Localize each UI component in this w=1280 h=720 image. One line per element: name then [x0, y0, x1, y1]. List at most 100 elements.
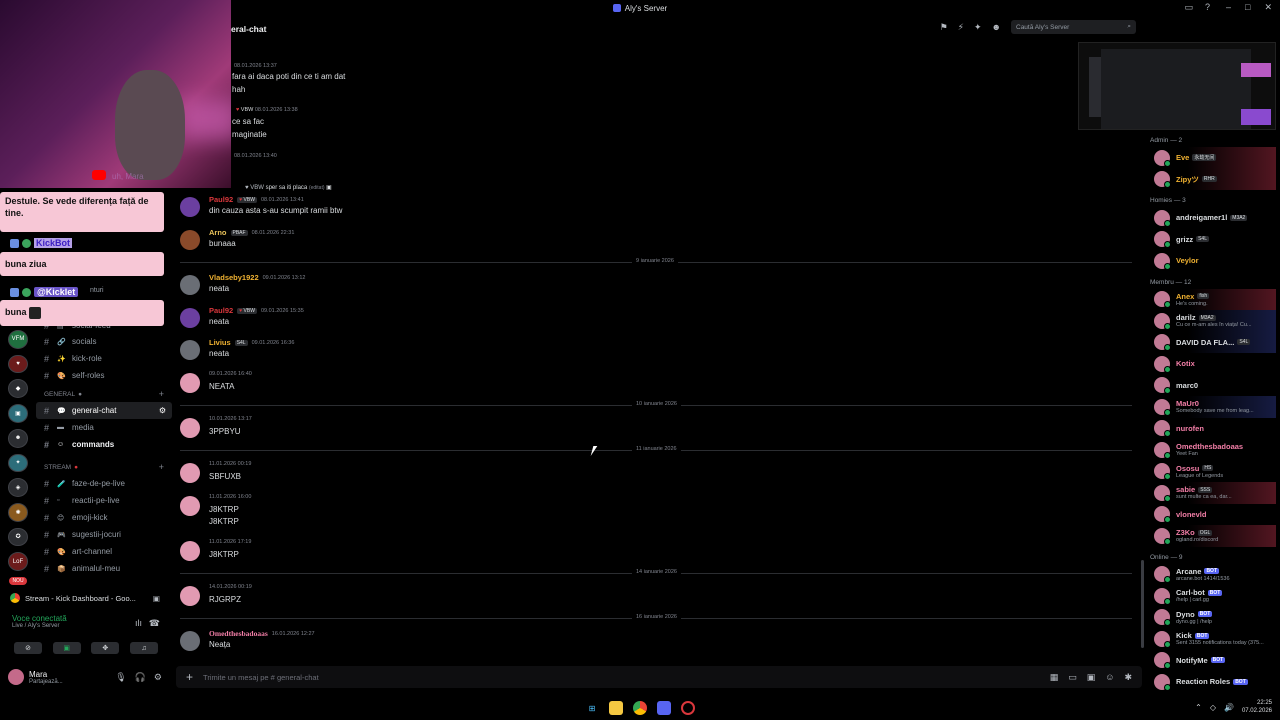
channel-self-roles[interactable]: # 🎨 self-roles — [36, 367, 172, 384]
chevron-up-icon[interactable]: ⌃ — [1195, 703, 1202, 712]
member-item[interactable]: Veylor — [1150, 250, 1276, 272]
gift-icon[interactable]: ▦ — [1050, 672, 1059, 683]
clock[interactable]: 22:25 07.02.2026 — [1242, 699, 1272, 715]
mic-icon[interactable]: 🎙 — [115, 672, 126, 683]
member-item[interactable]: Kick BOT Sent 3155 notifications today (37… — [1150, 628, 1276, 650]
server-icon[interactable]: ✺ — [8, 502, 28, 522]
members-icon[interactable]: ☻ — [992, 22, 1001, 32]
attach-plus-icon[interactable]: + — [176, 670, 203, 684]
screen-share-button[interactable]: ▣ — [52, 642, 81, 654]
avatar[interactable] — [180, 463, 200, 483]
avatar[interactable] — [180, 230, 200, 250]
channel-emoji[interactable]: # 😊 emoji-kick — [36, 509, 172, 526]
avatar[interactable] — [180, 275, 200, 295]
emoji-icon[interactable]: ☺ — [1105, 672, 1114, 683]
member-item[interactable]: vlonevld — [1150, 504, 1276, 526]
avatar[interactable] — [8, 669, 24, 685]
pin-icon[interactable]: ✦ — [974, 22, 982, 33]
discord-icon[interactable] — [657, 701, 671, 715]
member-item[interactable]: Dyno BOT dyno.gg | /help — [1150, 607, 1276, 629]
category-general[interactable]: GENERAL ● + — [36, 386, 172, 402]
sticker-icon[interactable]: ▣ — [1087, 672, 1096, 683]
category-stream[interactable]: STREAM ● + — [36, 459, 172, 475]
notifications-icon[interactable]: ⚡ — [958, 22, 964, 33]
channel-art[interactable]: # 🎨 art-channel — [36, 543, 172, 560]
member-item[interactable]: Z3Ko OGL ogland.ro/discord — [1150, 525, 1276, 547]
member-item[interactable]: grizz S4L — [1150, 229, 1276, 251]
chrome-icon[interactable] — [633, 701, 647, 715]
server-icon[interactable]: ◈ — [8, 478, 28, 497]
channel-media[interactable]: # ▬ media — [36, 419, 172, 436]
avatar[interactable] — [180, 373, 200, 393]
minimize-button[interactable]: – — [1226, 2, 1231, 13]
channel-sugestii[interactable]: # 🎮 sugestii-jocuri — [36, 526, 172, 543]
screen-icon[interactable]: ▭ — [1184, 2, 1193, 13]
volume-icon[interactable]: 🔊 — [1224, 703, 1234, 712]
file-explorer-icon[interactable] — [609, 701, 623, 715]
username[interactable]: Omedthesbadoaas — [209, 629, 268, 638]
obs-icon[interactable] — [681, 701, 695, 715]
member-item[interactable]: Eve 永劫无间 — [1150, 147, 1276, 169]
signal-icon[interactable]: ılı — [135, 618, 142, 628]
soundboard-button[interactable]: ♫ — [129, 642, 158, 654]
member-item[interactable]: MaUr0 Somebody save me from leag... — [1150, 396, 1276, 418]
camera-off-button[interactable]: ⊘ — [14, 642, 42, 654]
chat-scrollbar[interactable] — [1141, 560, 1144, 648]
member-item[interactable]: Arcane BOT arcane.bot 1414/1536 — [1150, 564, 1276, 586]
avatar[interactable] — [180, 541, 200, 561]
username[interactable]: Paul92 — [209, 195, 233, 204]
channel-commands[interactable]: # ☺ commands — [36, 436, 172, 453]
member-item[interactable]: Reaction Roles BOT — [1150, 671, 1276, 693]
stream-panel[interactable]: Stream - Kick Dashboard - Goo... ▣ — [4, 588, 168, 608]
apps-icon[interactable]: ✱ — [1124, 672, 1132, 683]
channel-general-chat[interactable]: # 💬 general-chat ⚙ — [36, 402, 172, 419]
member-item[interactable]: Kotix — [1150, 353, 1276, 375]
server-icon[interactable]: ◆ — [8, 379, 28, 399]
server-icon[interactable]: VFM — [8, 330, 28, 349]
avatar[interactable] — [180, 586, 200, 606]
username[interactable]: Arno — [209, 228, 227, 237]
headphones-icon[interactable]: 🎧 — [135, 672, 146, 683]
disconnect-icon[interactable]: ☎ — [149, 618, 160, 629]
member-item[interactable]: darilz M3A2 Cu ce m-am ales în viața! Cu..… — [1150, 310, 1276, 332]
channel-faze[interactable]: # 🧪 faze-de-pe-live — [36, 475, 172, 492]
server-icon[interactable]: ✪ — [8, 527, 28, 547]
screen-share-preview[interactable] — [1078, 42, 1276, 130]
member-item[interactable]: nurofen — [1150, 418, 1276, 440]
member-item[interactable]: Zipyツ RHR — [1150, 168, 1276, 190]
member-item[interactable]: andreigamer1l M3A2 — [1150, 207, 1276, 229]
avatar[interactable] — [180, 197, 200, 217]
maximize-button[interactable]: □ — [1245, 2, 1250, 13]
reply-preview[interactable]: ♥ VBW sper sa iti placa (editat) ▣ — [245, 184, 332, 191]
avatar[interactable] — [180, 340, 200, 360]
avatar[interactable] — [180, 631, 200, 651]
server-icon[interactable]: LoF — [8, 552, 28, 572]
server-icon[interactable]: ✦ — [8, 453, 28, 473]
channel-animalul[interactable]: # 📦 animalul-meu — [36, 560, 172, 577]
gear-icon[interactable]: ⚙ — [154, 672, 162, 683]
windows-start-icon[interactable]: ⊞ — [585, 701, 599, 715]
member-item[interactable]: DAVID DA FLA... S4L — [1150, 331, 1276, 353]
search-input[interactable]: Caută Aly's Server ⌕ — [1011, 20, 1136, 34]
server-icon[interactable]: ▣ — [8, 404, 28, 423]
member-item[interactable]: NotifyMe BOT — [1150, 650, 1276, 672]
popout-icon[interactable]: ▣ — [153, 594, 160, 603]
member-item[interactable]: Ososu HS League of Legends — [1150, 461, 1276, 483]
member-item[interactable]: marc0 — [1150, 375, 1276, 397]
channel-socials[interactable]: # 🔗 socials — [36, 333, 172, 350]
channel-kick-role[interactable]: # ✨ kick-role — [36, 350, 172, 367]
help-icon[interactable]: ? — [1205, 2, 1210, 13]
message-composer[interactable]: + Trimite un mesaj pe # general-chat ▦ ▭… — [176, 666, 1142, 688]
member-item[interactable]: Anex fish He's coming. — [1150, 288, 1276, 310]
username[interactable]: Paul92 — [209, 306, 233, 315]
server-icon[interactable]: ♥ — [8, 354, 28, 374]
member-item[interactable]: Omedthesbadoaas Yeet Fan — [1150, 439, 1276, 461]
server-icon[interactable]: ☻ — [8, 428, 28, 448]
activities-button[interactable]: ✥ — [91, 642, 120, 654]
gif-icon[interactable]: ▭ — [1068, 672, 1077, 683]
avatar[interactable] — [180, 418, 200, 438]
member-item[interactable]: Carl-bot BOT/help | carl.gg — [1150, 585, 1276, 607]
channel-reactii[interactable]: # ▫ reactii-pe-live — [36, 492, 172, 509]
close-button[interactable]: ✕ — [1264, 2, 1272, 13]
avatar[interactable] — [180, 496, 200, 516]
